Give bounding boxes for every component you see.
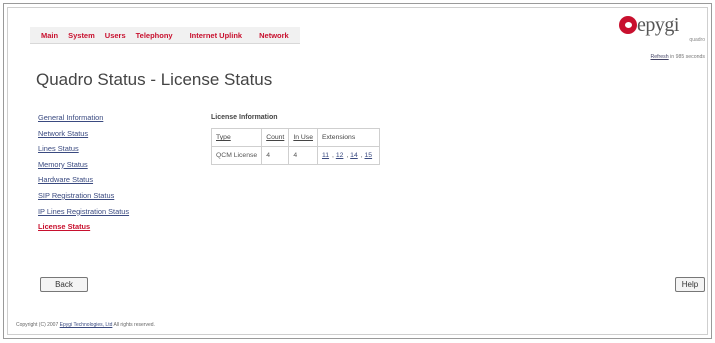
- nav-users[interactable]: Users: [100, 31, 131, 40]
- sidebar-item-general-information[interactable]: General Information: [38, 112, 188, 128]
- extension-link[interactable]: 12: [336, 152, 344, 159]
- refresh-countdown: in 985 seconds: [668, 54, 705, 60]
- license-section-title: License Information: [211, 114, 278, 121]
- column-header-in-use[interactable]: In Use: [288, 128, 318, 147]
- nav-internet-uplink[interactable]: Internet Uplink: [178, 31, 255, 40]
- cell-extensions: 11, 12, 14, 15: [316, 146, 381, 165]
- extension-separator: ,: [360, 152, 365, 159]
- page-frame: Main System Users Telephony Internet Upl…: [3, 3, 712, 339]
- logo-text: epygi: [637, 14, 679, 36]
- license-table: Type Count In Use Extensions QCM License…: [210, 128, 381, 165]
- logo-mark-icon: [619, 16, 637, 34]
- nav-system[interactable]: System: [63, 31, 100, 40]
- extension-link[interactable]: 15: [365, 152, 373, 159]
- back-button[interactable]: Back: [40, 277, 88, 292]
- logo-subtext: quadro: [689, 37, 705, 43]
- nav-telephony[interactable]: Telephony: [131, 31, 178, 40]
- refresh-link[interactable]: Refresh: [650, 54, 668, 60]
- page-title: Quadro Status - License Status: [36, 70, 273, 89]
- copyright-footer: Copyright (C) 2007 Epygi Technologies, L…: [16, 322, 155, 328]
- sidebar-item-hardware-status[interactable]: Hardware Status: [38, 174, 188, 190]
- column-header-type[interactable]: Type: [210, 128, 263, 147]
- sidebar-item-memory-status[interactable]: Memory Status: [38, 159, 188, 175]
- copyright-suffix: All rights reserved.: [112, 322, 155, 328]
- cell-count: 4: [261, 146, 290, 165]
- table-row: QCM License 4 4 11, 12, 14, 15: [210, 146, 381, 165]
- nav-main[interactable]: Main: [36, 31, 63, 40]
- extension-link[interactable]: 11: [322, 152, 329, 159]
- sidebar: General Information Network Status Lines…: [38, 112, 188, 237]
- sidebar-item-ip-lines-registration-status[interactable]: IP Lines Registration Status: [38, 206, 188, 222]
- column-header-extensions: Extensions: [316, 128, 381, 147]
- epygi-logo: epygi quadro: [615, 14, 705, 54]
- company-link[interactable]: Epygi Technologies, Ltd: [60, 322, 113, 328]
- cell-in-use: 4: [288, 146, 318, 165]
- sidebar-item-sip-registration-status[interactable]: SIP Registration Status: [38, 190, 188, 206]
- cell-type: QCM License: [210, 146, 263, 165]
- refresh-info: Refresh in 985 seconds: [650, 54, 705, 60]
- extension-link[interactable]: 14: [350, 152, 358, 159]
- copyright-prefix: Copyright (C) 2007: [16, 322, 60, 328]
- help-button[interactable]: Help: [675, 277, 705, 292]
- table-header-row: Type Count In Use Extensions: [210, 128, 381, 147]
- sidebar-item-license-status[interactable]: License Status: [38, 221, 188, 237]
- top-nav: Main System Users Telephony Internet Upl…: [30, 27, 300, 44]
- sidebar-item-lines-status[interactable]: Lines Status: [38, 143, 188, 159]
- sidebar-item-network-status[interactable]: Network Status: [38, 128, 188, 144]
- nav-network[interactable]: Network: [254, 31, 294, 40]
- column-header-count[interactable]: Count: [261, 128, 290, 147]
